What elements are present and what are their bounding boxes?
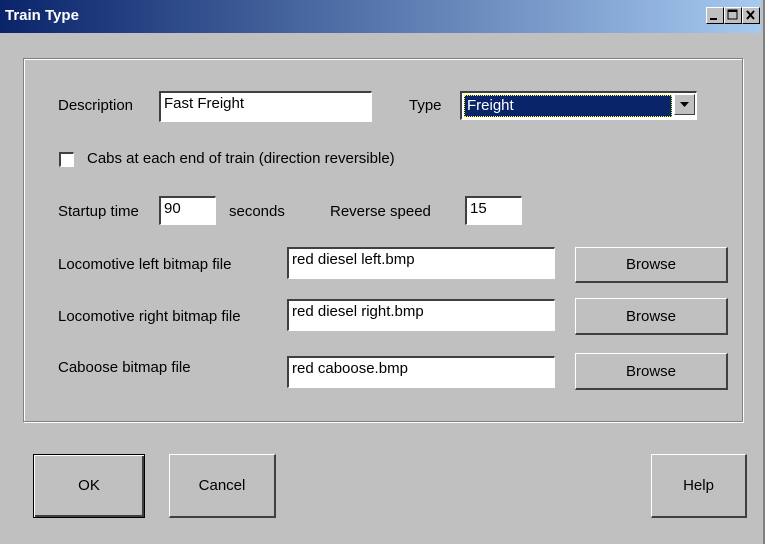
maximize-icon: [727, 9, 738, 20]
seconds-label: seconds: [229, 203, 285, 220]
caboose-label: Caboose bitmap file: [58, 359, 191, 376]
type-label: Type: [409, 97, 442, 114]
loco-left-label: Locomotive left bitmap file: [58, 256, 232, 273]
window-title: Train Type: [5, 7, 79, 24]
type-select-value: Freight: [464, 95, 672, 117]
startup-time-input[interactable]: 90: [159, 196, 216, 225]
chevron-down-icon: [680, 102, 689, 107]
type-select[interactable]: Freight: [460, 91, 697, 120]
ok-button[interactable]: OK: [33, 454, 145, 518]
type-dropdown-button[interactable]: [674, 94, 695, 115]
minimize-icon: [710, 18, 717, 20]
caboose-browse-button[interactable]: Browse: [575, 353, 728, 390]
help-button[interactable]: Help: [651, 454, 747, 518]
startup-time-label: Startup time: [58, 203, 139, 220]
maximize-button[interactable]: [724, 7, 742, 24]
loco-left-input[interactable]: red diesel left.bmp: [287, 247, 555, 279]
description-label: Description: [58, 97, 134, 114]
loco-right-input[interactable]: red diesel right.bmp: [287, 299, 555, 331]
description-input[interactable]: Fast Freight: [159, 91, 372, 122]
cancel-button[interactable]: Cancel: [169, 454, 276, 518]
caboose-input[interactable]: red caboose.bmp: [287, 356, 555, 388]
minimize-button[interactable]: [706, 7, 724, 24]
loco-right-label: Locomotive right bitmap file: [58, 308, 241, 325]
loco-right-browse-button[interactable]: Browse: [575, 298, 728, 335]
reverse-speed-label: Reverse speed: [330, 203, 431, 220]
close-button[interactable]: [742, 7, 760, 24]
cabs-label: Cabs at each end of train (direction rev…: [87, 150, 395, 167]
cabs-checkbox[interactable]: [59, 152, 74, 167]
close-icon: [746, 10, 755, 20]
train-type-dialog: Train Type Description Fast Freight Type…: [0, 0, 765, 544]
title-bar[interactable]: Train Type: [0, 0, 761, 33]
reverse-speed-input[interactable]: 15: [465, 196, 522, 225]
loco-left-browse-button[interactable]: Browse: [575, 247, 728, 283]
